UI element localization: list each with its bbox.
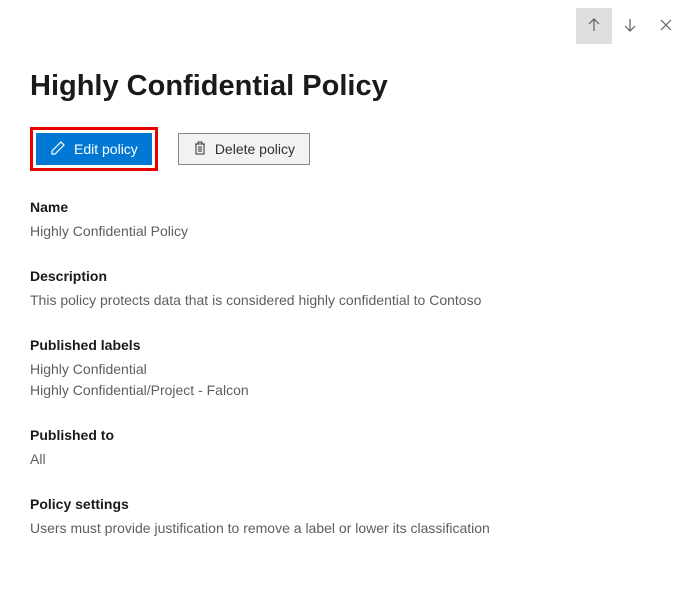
policy-settings-label: Policy settings [30,496,666,512]
nav-up-button[interactable] [576,8,612,44]
section-policy-settings: Policy settings Users must provide justi… [30,496,666,539]
arrow-up-icon [586,17,602,36]
edit-button-label: Edit policy [74,141,138,157]
edit-highlight: Edit policy [30,127,158,171]
name-value: Highly Confidential Policy [30,221,666,242]
published-to-value: All [30,449,666,470]
arrow-down-icon [622,17,638,36]
page-title: Highly Confidential Policy [30,70,666,103]
delete-policy-button[interactable]: Delete policy [178,133,310,165]
panel-top-controls [576,8,684,44]
description-label: Description [30,268,666,284]
name-label: Name [30,199,666,215]
delete-button-label: Delete policy [215,141,295,157]
section-name: Name Highly Confidential Policy [30,199,666,242]
action-button-row: Edit policy Delete policy [30,127,666,171]
section-published-to: Published to All [30,427,666,470]
edit-icon [50,140,66,159]
close-button[interactable] [648,8,684,44]
published-labels-label: Published labels [30,337,666,353]
edit-policy-button[interactable]: Edit policy [36,133,152,165]
close-icon [659,18,673,35]
published-label-2: Highly Confidential/Project - Falcon [30,380,666,401]
published-to-label: Published to [30,427,666,443]
section-description: Description This policy protects data th… [30,268,666,311]
trash-icon [193,141,207,158]
published-labels-values: Highly Confidential Highly Confidential/… [30,359,666,401]
description-value: This policy protects data that is consid… [30,290,666,311]
section-published-labels: Published labels Highly Confidential Hig… [30,337,666,401]
published-label-1: Highly Confidential [30,359,666,380]
policy-settings-value: Users must provide justification to remo… [30,518,666,539]
nav-down-button[interactable] [612,8,648,44]
